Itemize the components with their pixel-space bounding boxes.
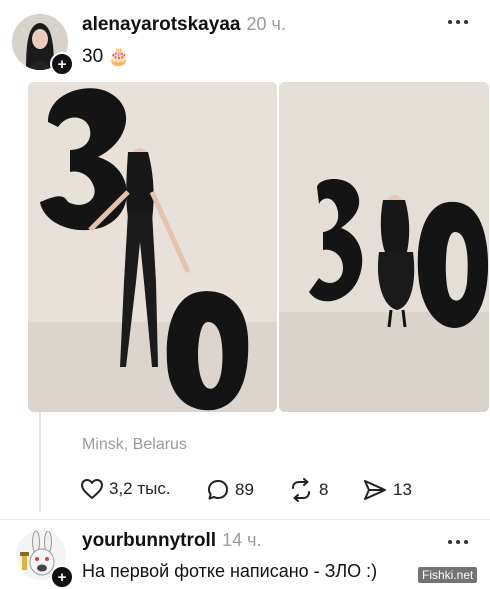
comment-icon xyxy=(208,480,228,500)
like-count: 3,2 тыс. xyxy=(109,479,171,498)
post-more-icon[interactable] xyxy=(447,10,469,33)
watermark: Fishki.net xyxy=(418,567,478,583)
post-header: alenayarotskayaa 20 ч. xyxy=(82,14,286,36)
share-count: 13 xyxy=(393,480,412,499)
post-location[interactable]: Minsk, Belarus xyxy=(82,436,187,454)
repost-count: 8 xyxy=(319,480,329,499)
post-text-value: 30 xyxy=(82,46,104,67)
post-time: 20 ч. xyxy=(246,14,286,34)
reply-username[interactable]: yourbunnytroll xyxy=(82,530,216,551)
heart-icon xyxy=(81,479,103,499)
comment-count: 89 xyxy=(235,480,254,499)
divider xyxy=(0,519,490,520)
cake-emoji: 🎂 xyxy=(108,47,130,66)
post-text: 30 🎂 xyxy=(82,46,130,68)
post-photo-1[interactable] xyxy=(28,82,277,412)
post-photo-2[interactable] xyxy=(279,82,489,412)
reply-follow-plus-icon[interactable]: + xyxy=(50,565,74,589)
reply-more-icon[interactable] xyxy=(447,530,469,553)
share-icon xyxy=(364,480,386,500)
reply-text: На первой фотке написано - ЗЛО :) xyxy=(82,561,378,581)
share-button[interactable]: 13 xyxy=(362,478,412,502)
comment-button[interactable]: 89 xyxy=(206,478,254,502)
follow-plus-icon[interactable]: + xyxy=(50,52,74,76)
repost-icon xyxy=(292,478,310,502)
like-button[interactable]: 3,2 тыс. xyxy=(80,478,171,500)
post-username[interactable]: alenayarotskayaa xyxy=(82,14,240,35)
repost-button[interactable]: 8 xyxy=(288,478,328,502)
reply-header: yourbunnytroll 14 ч. xyxy=(82,530,261,552)
reply-time: 14 ч. xyxy=(222,530,262,550)
